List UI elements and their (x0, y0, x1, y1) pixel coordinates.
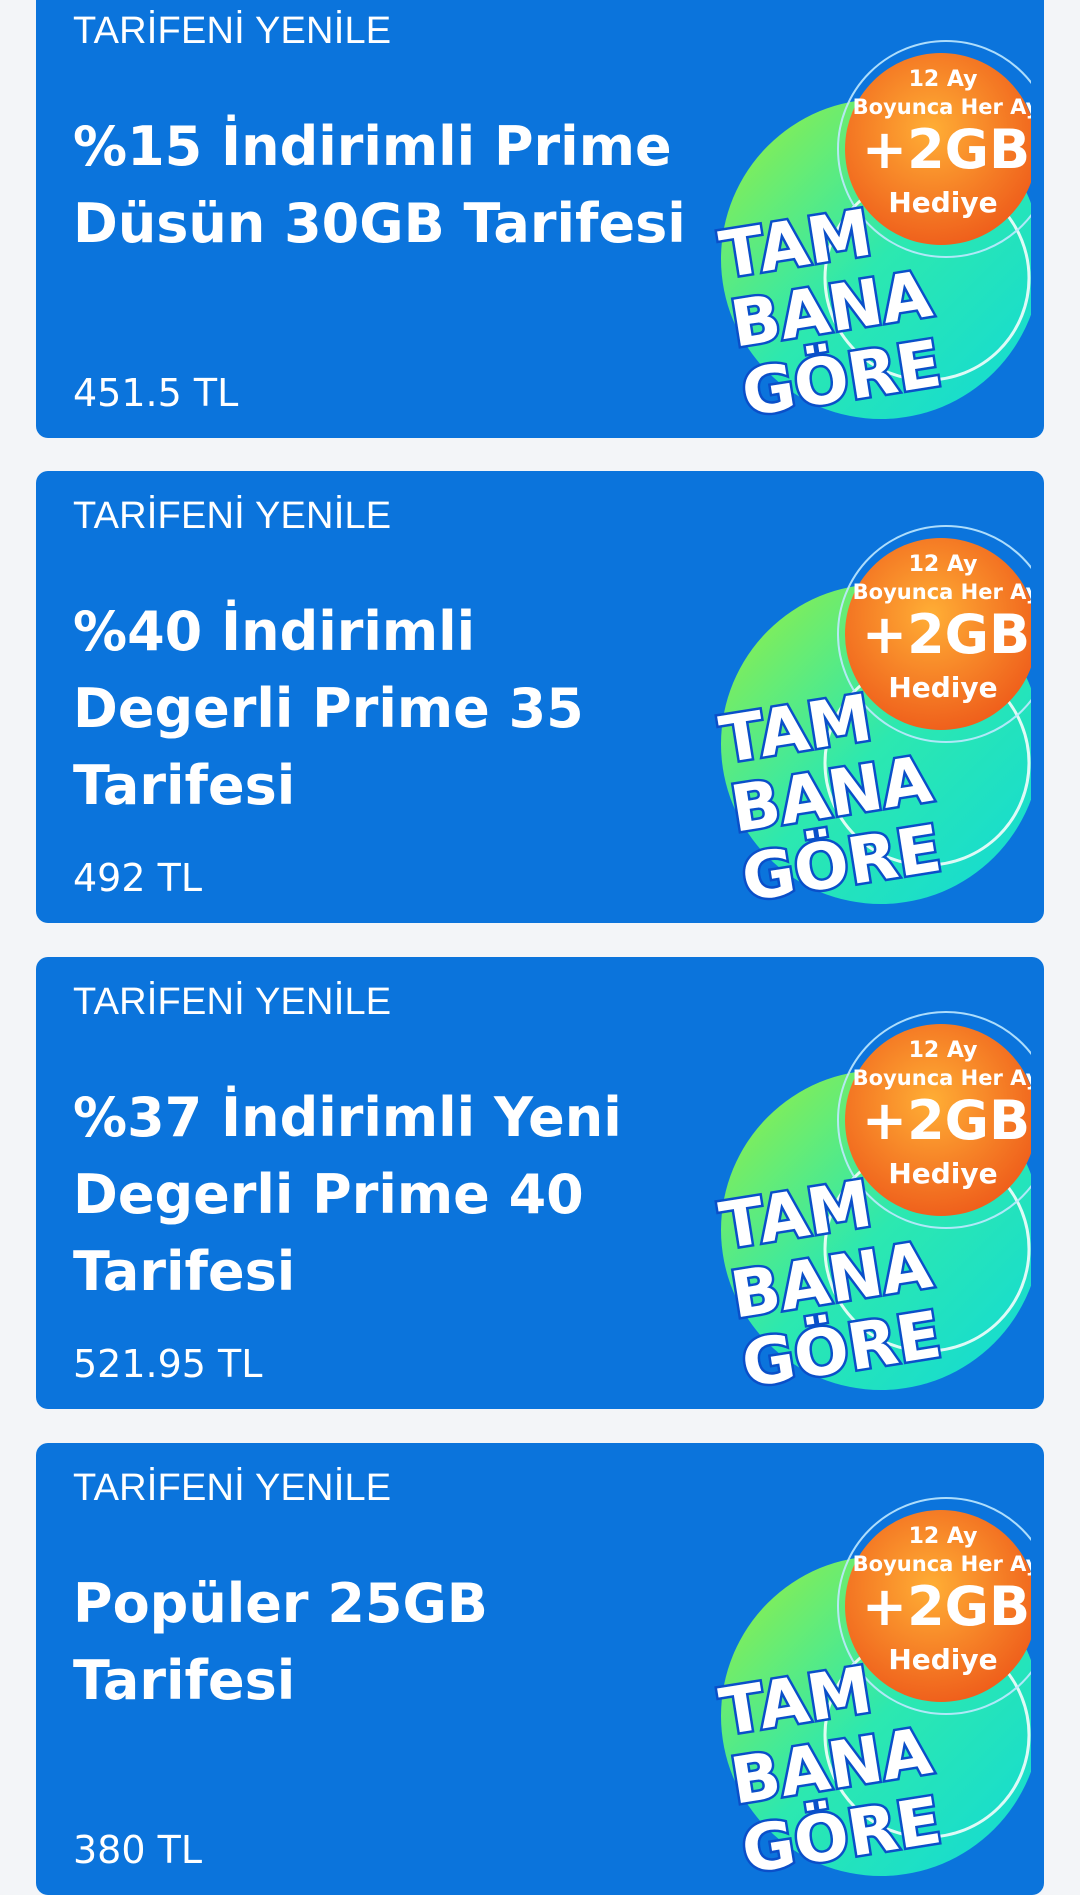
badge-months: 12 Ay (909, 552, 978, 577)
badge-bonus: +2GB (862, 1575, 1030, 1638)
badge-bonus: +2GB (862, 603, 1030, 666)
tariff-price: 451.5 TL (73, 371, 239, 415)
badge-gift: Hediye (888, 671, 997, 704)
tariff-title-line: Degerli Prime 35 (73, 677, 584, 740)
tariff-title: %40 İndirimli Degerli Prime 35 Tarifesi (73, 593, 723, 824)
badge-period: Boyunca Her Ay (853, 1066, 1031, 1090)
promo-badge: 12 Ay Boyunca Her Ay +2GB Hediye TAM BAN… (691, 34, 1031, 424)
tariff-card[interactable]: TARİFENİ YENİLE %15 İndirimli Prime Düsü… (36, 0, 1044, 438)
card-tag: TARİFENİ YENİLE (73, 10, 392, 52)
tariff-price: 521.95 TL (73, 1342, 263, 1386)
tariff-title-line: Degerli Prime 40 (73, 1163, 584, 1226)
tariff-title-line: Tarifesi (73, 1240, 296, 1303)
tariff-title-line: Tarifesi (73, 754, 296, 817)
tariff-title: Popüler 25GB Tarifesi (73, 1565, 723, 1719)
tariff-card[interactable]: TARİFENİ YENİLE %40 İndirimli Degerli Pr… (36, 471, 1044, 923)
tariff-title-line: Düsün 30GB Tarifesi (73, 192, 686, 255)
badge-months: 12 Ay (909, 1524, 978, 1549)
badge-months: 12 Ay (909, 67, 978, 92)
tariff-price: 380 TL (73, 1828, 202, 1872)
badge-period: Boyunca Her Ay (853, 580, 1031, 604)
tariff-title-line: Tarifesi (73, 1649, 296, 1712)
card-tag: TARİFENİ YENİLE (73, 981, 392, 1023)
badge-months: 12 Ay (909, 1038, 978, 1063)
tariff-title: %37 İndirimli Yeni Degerli Prime 40 Tari… (73, 1079, 723, 1310)
tariff-price: 492 TL (73, 856, 202, 900)
promo-badge: 12 Ay Boyunca Her Ay +2GB Hediye TAM BAN… (691, 1005, 1031, 1395)
badge-period: Boyunca Her Ay (853, 95, 1031, 119)
tariff-title-line: %37 İndirimli Yeni (73, 1086, 622, 1149)
badge-bonus: +2GB (862, 118, 1030, 181)
badge-period: Boyunca Her Ay (853, 1552, 1031, 1576)
tariff-title-line: %15 İndirimli Prime (73, 115, 672, 178)
tariff-card[interactable]: TARİFENİ YENİLE %37 İndirimli Yeni Deger… (36, 957, 1044, 1409)
tariff-title: %15 İndirimli Prime Düsün 30GB Tarifesi (73, 108, 723, 262)
promo-badge: 12 Ay Boyunca Her Ay +2GB Hediye TAM BAN… (691, 519, 1031, 909)
tariff-title-line: Popüler 25GB (73, 1572, 488, 1635)
promo-badge: 12 Ay Boyunca Her Ay +2GB Hediye TAM BAN… (691, 1491, 1031, 1881)
tariff-title-line: %40 İndirimli (73, 600, 476, 663)
tariff-card[interactable]: TARİFENİ YENİLE Popüler 25GB Tarifesi 38… (36, 1443, 1044, 1895)
badge-gift: Hediye (888, 1157, 997, 1190)
card-tag: TARİFENİ YENİLE (73, 1467, 392, 1509)
card-tag: TARİFENİ YENİLE (73, 495, 392, 537)
badge-bonus: +2GB (862, 1089, 1030, 1152)
badge-gift: Hediye (888, 1643, 997, 1676)
badge-gift: Hediye (888, 186, 997, 219)
